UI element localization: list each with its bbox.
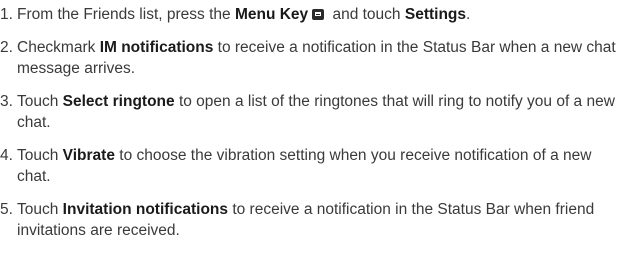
menu-key-label: Menu Key bbox=[234, 6, 309, 23]
select-ringtone-label: Select ringtone bbox=[62, 93, 175, 110]
step-5: 5. Touch Invitation notifications to rec… bbox=[0, 199, 623, 241]
settings-label: Settings bbox=[404, 6, 467, 23]
step-text: Touch Vibrate to choose the vibration se… bbox=[17, 147, 592, 185]
vibrate-label: Vibrate bbox=[62, 147, 115, 164]
step-number: 5. bbox=[0, 201, 13, 218]
step-number: 2. bbox=[0, 39, 13, 56]
step-text: Touch Invitation notifications to receiv… bbox=[17, 201, 595, 239]
step-text: From the Friends list, press the Menu Ke… bbox=[17, 6, 471, 23]
step-2: 2. Checkmark IM notifications to receive… bbox=[0, 37, 623, 79]
menu-key-icon bbox=[312, 9, 325, 20]
step-3: 3. Touch Select ringtone to open a list … bbox=[0, 91, 623, 133]
step-number: 4. bbox=[0, 147, 13, 164]
step-text: Touch Select ringtone to open a list of … bbox=[17, 93, 615, 131]
step-number: 1. bbox=[0, 6, 13, 23]
step-text: Checkmark IM notifications to receive a … bbox=[17, 39, 616, 77]
im-notifications-label: IM notifications bbox=[99, 39, 214, 56]
step-1: 1. From the Friends list, press the Menu… bbox=[0, 4, 623, 25]
step-4: 4. Touch Vibrate to choose the vibration… bbox=[0, 145, 623, 187]
step-number: 3. bbox=[0, 93, 13, 110]
instruction-steps: 1. From the Friends list, press the Menu… bbox=[0, 0, 623, 241]
invitation-notifications-label: Invitation notifications bbox=[62, 201, 229, 218]
